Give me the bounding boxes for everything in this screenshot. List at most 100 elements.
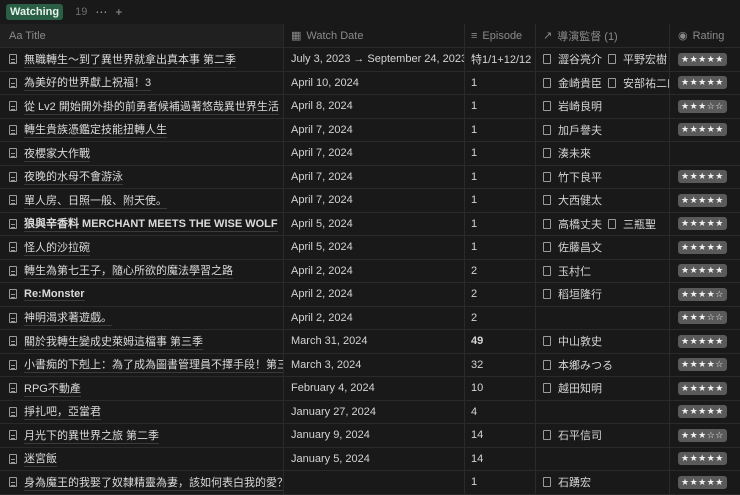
director-cell[interactable] [536, 306, 670, 329]
table-row[interactable]: 從 Lv2 開始開外掛的前勇者候補過著悠哉異世界生活 April 8, 2024 1… [0, 95, 740, 119]
table-row[interactable]: 神明渴求著遊戲。 April 2, 2024 2 ★★★☆☆ [0, 306, 740, 330]
title-cell[interactable]: 轉生貴族憑鑑定技能扭轉人生 [0, 118, 284, 141]
title-cell[interactable]: Re:Monster [0, 283, 284, 306]
director-cell[interactable]: 竹下良平 [536, 165, 670, 188]
date-cell[interactable]: April 7, 2024 [284, 142, 465, 165]
director-link[interactable]: 高橋丈夫 [543, 216, 602, 232]
table-row[interactable]: 身為魔王的我娶了奴隸精靈為妻，該如何表白我的愛？ 1 石踴宏 ★★★★★ [0, 471, 740, 495]
date-cell[interactable]: April 2, 2024 [284, 259, 465, 282]
title-cell[interactable]: 夜櫻家大作戰 [0, 142, 284, 165]
title-cell[interactable]: 夜晚的水母不會游泳 [0, 165, 284, 188]
date-cell[interactable]: April 7, 2024 [284, 165, 465, 188]
rating-cell[interactable]: ★★★★★ [670, 448, 740, 471]
episode-cell[interactable]: 特1/1+12/12 [465, 48, 536, 71]
title-cell[interactable]: 轉生為第七王子，隨心所欲的魔法學習之路 [0, 259, 284, 282]
title-cell[interactable]: 從 Lv2 開始開外掛的前勇者候補過著悠哉異世界生活 [0, 95, 284, 118]
title-text[interactable]: 掙扎吧，亞當君 [24, 403, 101, 421]
director-cell[interactable]: 石平信司 [536, 424, 670, 447]
rating-cell[interactable]: ★★★★★ [670, 48, 740, 71]
title-text[interactable]: Re:Monster [24, 288, 85, 301]
episode-cell[interactable]: 1 [465, 471, 536, 494]
table-row[interactable]: 夜櫻家大作戰 April 7, 2024 1 湊未來 [0, 142, 740, 166]
director-link[interactable]: 岩崎良明 [543, 98, 602, 114]
title-text[interactable]: 迷宮飯 [24, 450, 57, 468]
table-row[interactable]: Re:Monster April 2, 2024 2 稻垣隆行 ★★★★☆ [0, 283, 740, 307]
episode-cell[interactable]: 1 [465, 165, 536, 188]
title-text[interactable]: 為美好的世界獻上祝福！3 [24, 74, 152, 92]
table-row[interactable]: 轉生貴族憑鑑定技能扭轉人生 April 7, 2024 1 加戶譽夫 ★★★★★ [0, 118, 740, 142]
date-cell[interactable]: April 7, 2024 [284, 189, 465, 212]
column-header-rating[interactable]: ◉ Rating [670, 24, 740, 47]
director-cell[interactable]: 金崎貴臣 安部祐二郎 [536, 71, 670, 94]
title-text[interactable]: RPG不動產 [24, 380, 81, 397]
title-text[interactable]: 夜晚的水母不會游泳 [24, 168, 123, 186]
director-cell[interactable]: 高橋丈夫 三瓶聖 [536, 212, 670, 235]
date-cell[interactable]: March 3, 2024 [284, 353, 465, 376]
table-row[interactable]: 狼與辛香料 MERCHANT MEETS THE WISE WOLF April … [0, 212, 740, 236]
director-link[interactable]: 三瓶聖 [608, 216, 656, 232]
rating-cell[interactable]: ★★★★★ [670, 72, 740, 95]
director-cell[interactable]: 石踴宏 [536, 471, 670, 494]
director-link[interactable]: 竹下良平 [543, 169, 602, 185]
episode-cell[interactable]: 2 [465, 306, 536, 329]
title-cell[interactable]: 狼與辛香料 MERCHANT MEETS THE WISE WOLF [0, 212, 284, 235]
director-link[interactable]: 加戶譽夫 [543, 122, 602, 138]
title-cell[interactable]: 為美好的世界獻上祝福！3 [0, 71, 284, 94]
table-row[interactable]: 單人房、日照一般、附天使。 April 7, 2024 1 大西健太 ★★★★★ [0, 189, 740, 213]
column-header-title[interactable]: Aa Title [0, 24, 284, 47]
date-cell[interactable]: April 8, 2024 [284, 95, 465, 118]
director-link[interactable]: 稻垣隆行 [543, 286, 602, 302]
title-cell[interactable]: 神明渴求著遊戲。 [0, 306, 284, 329]
title-cell[interactable]: 無職轉生～到了異世界就拿出真本事 第二季 [0, 48, 284, 71]
title-text[interactable]: 關於我轉生變成史萊姆這檔事 第三季 [24, 333, 204, 350]
title-text[interactable]: 小書痴的下剋上：為了成為圖書管理員不擇手段！第三季 [24, 356, 283, 374]
rating-cell[interactable]: ★★★★★ [670, 236, 740, 259]
director-cell[interactable] [536, 400, 670, 423]
director-cell[interactable]: 本鄉みつる [536, 353, 670, 376]
title-text[interactable]: 從 Lv2 開始開外掛的前勇者候補過著悠哉異世界生活 [24, 98, 279, 115]
episode-cell[interactable]: 4 [465, 400, 536, 423]
date-cell[interactable]: January 27, 2024 [284, 400, 465, 423]
episode-cell[interactable]: 1 [465, 189, 536, 212]
table-row[interactable]: 小書痴的下剋上：為了成為圖書管理員不擇手段！第三季 March 3, 2024 32… [0, 353, 740, 377]
table-row[interactable]: 轉生為第七王子，隨心所欲的魔法學習之路 April 2, 2024 2 玉村仁 ★★★★… [0, 259, 740, 283]
title-cell[interactable]: 關於我轉生變成史萊姆這檔事 第三季 [0, 330, 284, 353]
table-row[interactable]: 關於我轉生變成史萊姆這檔事 第三季 March 31, 2024 49 中山敦史 ★★★… [0, 330, 740, 354]
episode-cell[interactable]: 1 [465, 212, 536, 235]
director-cell[interactable] [536, 447, 670, 470]
director-link[interactable]: 澀谷亮介 [543, 51, 602, 67]
title-cell[interactable]: RPG不動產 [0, 377, 284, 400]
rating-cell[interactable]: ★★★★★ [670, 401, 740, 424]
director-cell[interactable]: 岩崎良明 [536, 95, 670, 118]
title-cell[interactable]: 掙扎吧，亞當君 [0, 400, 284, 423]
title-text[interactable]: 轉生貴族憑鑑定技能扭轉人生 [24, 121, 167, 139]
director-cell[interactable]: 稻垣隆行 [536, 283, 670, 306]
rating-cell[interactable]: ★★★★★ [670, 377, 740, 400]
episode-cell[interactable]: 14 [465, 424, 536, 447]
rating-cell[interactable] [670, 142, 740, 165]
rating-cell[interactable]: ★★★☆☆ [670, 307, 740, 330]
director-cell[interactable]: 玉村仁 [536, 259, 670, 282]
director-cell[interactable]: 湊未來 [536, 142, 670, 165]
rating-cell[interactable]: ★★★★☆ [670, 283, 740, 306]
rating-cell[interactable]: ★★★★★ [670, 213, 740, 236]
director-link[interactable]: 本鄉みつる [543, 357, 613, 373]
director-cell[interactable]: 中山敦史 [536, 330, 670, 353]
title-cell[interactable]: 身為魔王的我娶了奴隸精靈為妻，該如何表白我的愛？ [0, 471, 284, 494]
date-cell[interactable]: February 4, 2024 [284, 377, 465, 400]
table-row[interactable]: 夜晚的水母不會游泳 April 7, 2024 1 竹下良平 ★★★★★ [0, 165, 740, 189]
title-text[interactable]: 無職轉生～到了異世界就拿出真本事 第二季 [24, 51, 237, 68]
date-cell[interactable]: April 10, 2024 [284, 71, 465, 94]
date-cell[interactable]: April 5, 2024 [284, 212, 465, 235]
date-cell[interactable]: April 5, 2024 [284, 236, 465, 259]
director-link[interactable]: 金崎貴臣 [543, 75, 602, 91]
episode-cell[interactable]: 1 [465, 95, 536, 118]
director-link[interactable]: 越田知明 [543, 380, 602, 396]
director-link[interactable]: 平野宏樹 [608, 51, 667, 67]
title-cell[interactable]: 單人房、日照一般、附天使。 [0, 189, 284, 212]
director-cell[interactable]: 佐藤昌文 [536, 236, 670, 259]
column-header-date[interactable]: ▦ Watch Date [284, 24, 465, 47]
date-cell[interactable]: January 5, 2024 [284, 447, 465, 470]
director-link[interactable]: 玉村仁 [543, 263, 591, 279]
director-cell[interactable]: 越田知明 [536, 377, 670, 400]
